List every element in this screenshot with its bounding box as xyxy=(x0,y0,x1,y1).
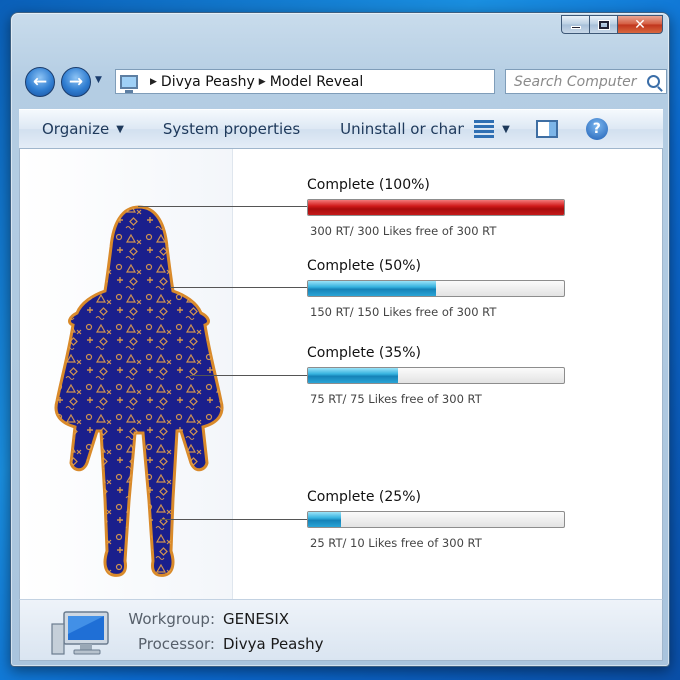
processor-value: Divya Peashy xyxy=(223,635,324,653)
search-input[interactable]: Search Computer xyxy=(505,69,667,94)
arrow-left-icon: ← xyxy=(32,72,48,92)
change-view-icon[interactable] xyxy=(474,120,495,138)
uninstall-label: Uninstall or change a program xyxy=(340,120,465,138)
progress-fill xyxy=(308,368,398,383)
address-row: ← → ▼ ▶ Divya Peashy ▶ Model Reveal Sear… xyxy=(19,65,667,99)
close-icon: ✕ xyxy=(634,16,646,33)
address-bar[interactable]: ▶ Divya Peashy ▶ Model Reveal xyxy=(115,69,495,94)
left-pane xyxy=(20,149,233,599)
help-icon[interactable]: ? xyxy=(585,118,608,140)
minimize-icon xyxy=(570,26,581,29)
breadcrumb-item-divya-peashy[interactable]: Divya Peashy xyxy=(161,74,255,90)
workgroup-value: GENESIX xyxy=(223,610,290,628)
character-silhouette-image xyxy=(54,205,224,577)
arrow-right-icon: → xyxy=(68,72,84,92)
breadcrumb-separator-icon: ▶ xyxy=(258,76,266,87)
chevron-down-icon[interactable]: ▼ xyxy=(502,124,510,135)
maximize-icon xyxy=(597,19,610,30)
breadcrumb-separator-icon: ▶ xyxy=(150,76,157,87)
content-area: Complete (100%) 300 RT/ 300 Likes free o… xyxy=(19,149,663,599)
details-pane: Workgroup: GENESIX Processor: Divya Peas… xyxy=(19,599,663,661)
system-properties-button[interactable]: System properties xyxy=(124,120,300,138)
progress-item: Complete (35%) 75 RT/ 75 Likes free of 3… xyxy=(307,345,567,406)
progress-bar xyxy=(307,280,565,297)
progress-item: Complete (25%) 25 RT/ 10 Likes free of 3… xyxy=(307,489,567,550)
leader-line xyxy=(138,206,308,207)
chevron-down-icon: ▼ xyxy=(95,75,102,85)
explorer-window: ✕ ← → ▼ ▶ Divya Peashy ▶ Model Reveal Se… xyxy=(10,12,670,667)
progress-fill xyxy=(308,512,342,527)
progress-title: Complete (35%) xyxy=(307,345,421,361)
command-bar: Organize ▼ System properties Uninstall o… xyxy=(19,109,663,149)
progress-item: Complete (100%) 300 RT/ 300 Likes free o… xyxy=(307,177,567,238)
forward-button[interactable]: → xyxy=(61,67,91,97)
progress-bar xyxy=(307,199,565,216)
search-placeholder: Search Computer xyxy=(514,73,637,90)
progress-subtitle: 300 RT/ 300 Likes free of 300 RT xyxy=(310,224,497,238)
progress-title: Complete (25%) xyxy=(307,489,421,505)
search-icon[interactable] xyxy=(647,75,660,88)
organize-menu-button[interactable]: Organize ▼ xyxy=(19,120,124,138)
progress-fill xyxy=(308,200,564,215)
computer-icon xyxy=(120,74,138,93)
uninstall-program-button[interactable]: Uninstall or change a program xyxy=(300,120,464,138)
organize-label: Organize xyxy=(42,120,110,138)
leader-line xyxy=(190,375,308,376)
preview-pane-icon[interactable] xyxy=(535,120,558,138)
back-button[interactable]: ← xyxy=(25,67,55,97)
progress-item: Complete (50%) 150 RT/ 150 Likes free of… xyxy=(307,258,567,319)
computer-monitor-icon xyxy=(51,611,109,655)
progress-subtitle: 25 RT/ 10 Likes free of 300 RT xyxy=(310,536,482,550)
processor-label: Processor: xyxy=(137,635,215,653)
system-properties-label: System properties xyxy=(162,120,301,138)
breadcrumb-item-model-reveal[interactable]: Model Reveal xyxy=(270,74,364,90)
progress-subtitle: 150 RT/ 150 Likes free of 300 RT xyxy=(310,305,497,319)
progress-bar xyxy=(307,511,565,528)
leader-line xyxy=(170,287,308,288)
silhouette-pattern xyxy=(55,207,223,576)
recent-pages-dropdown[interactable]: ▼ xyxy=(95,75,102,85)
workgroup-label: Workgroup: xyxy=(128,610,215,628)
chevron-down-icon: ▼ xyxy=(116,123,124,135)
progress-subtitle: 75 RT/ 75 Likes free of 300 RT xyxy=(310,392,482,406)
progress-title: Complete (50%) xyxy=(307,258,421,274)
leader-line xyxy=(160,519,308,520)
minimize-button[interactable] xyxy=(561,15,589,34)
progress-bar xyxy=(307,367,565,384)
progress-fill xyxy=(308,281,436,296)
close-button[interactable]: ✕ xyxy=(617,15,663,34)
window-controls: ✕ xyxy=(561,15,663,34)
progress-title: Complete (100%) xyxy=(307,177,430,193)
maximize-button[interactable] xyxy=(589,15,617,34)
